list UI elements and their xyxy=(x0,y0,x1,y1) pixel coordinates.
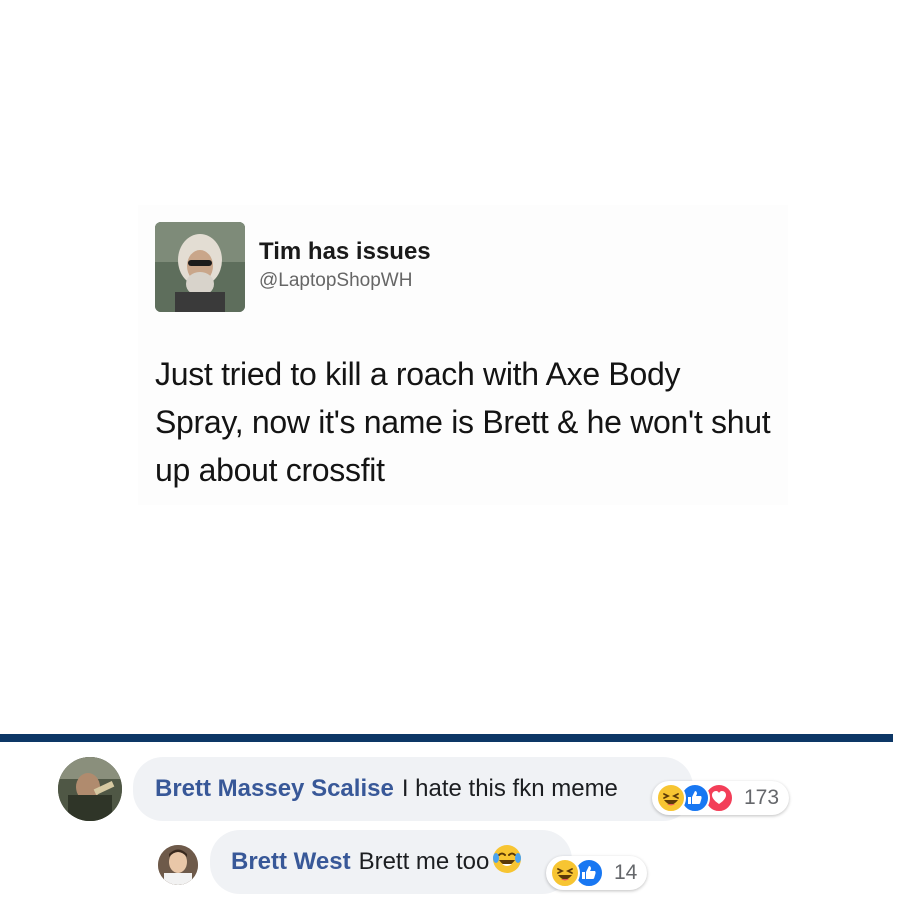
haha-icon xyxy=(550,858,580,888)
reaction-count: 14 xyxy=(614,861,638,884)
tweet-author-name: Tim has issues xyxy=(259,238,431,265)
reply-text: Brett me too xyxy=(358,848,490,875)
reply-reaction-summary[interactable]: 14 xyxy=(546,856,648,890)
reply-bubble: Brett West Brett me too xyxy=(210,830,572,894)
comment-text: I hate this fkn meme xyxy=(401,775,618,802)
laughing-tears-emoji xyxy=(491,843,523,882)
reaction-summary[interactable]: 173 xyxy=(652,781,790,815)
tweet-card: Tim has issues @LaptopShopWH Just tried … xyxy=(138,205,788,505)
comment-bubble: Brett Massey Scalise I hate this fkn mem… xyxy=(133,757,693,821)
reaction-count: 173 xyxy=(744,786,780,809)
commenter-avatar[interactable] xyxy=(58,757,122,821)
comments-divider xyxy=(0,734,893,742)
reply-author-link[interactable]: Brett West xyxy=(231,848,351,876)
tweet-author-handle: @LaptopShopWH xyxy=(259,270,413,291)
tweet-text: Just tried to kill a roach with Axe Body… xyxy=(155,356,771,488)
avatar-image xyxy=(158,845,198,885)
reply-avatar[interactable] xyxy=(158,845,198,885)
tweet-avatar-image xyxy=(155,222,245,312)
page: Tim has issues @LaptopShopWH Just tried … xyxy=(0,0,900,900)
comment-author-link[interactable]: Brett Massey Scalise xyxy=(155,775,394,803)
haha-icon xyxy=(656,783,686,813)
tweet-avatar xyxy=(155,222,245,312)
avatar-image xyxy=(58,757,122,821)
